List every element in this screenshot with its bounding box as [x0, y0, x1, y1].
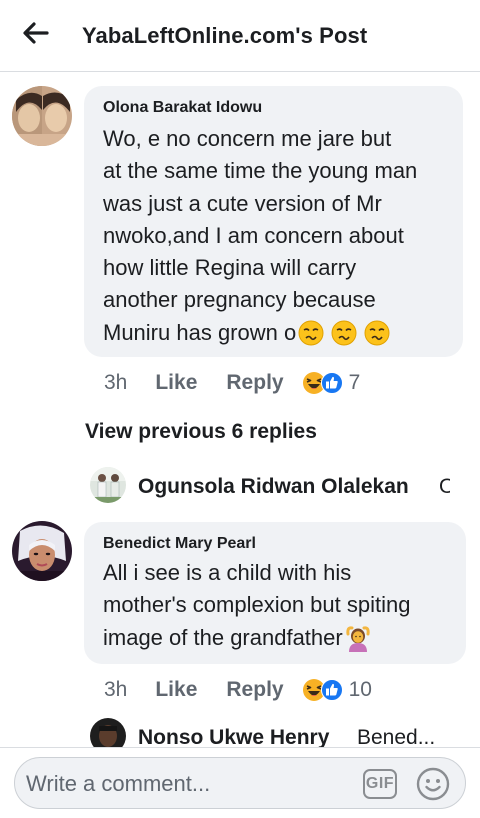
reaction-summary[interactable]: 7 — [302, 371, 361, 395]
reply-button[interactable]: Reply — [226, 371, 283, 395]
arrow-left-icon — [23, 22, 49, 44]
comment-actions: 3h Like Reply 7 — [104, 371, 360, 395]
woozy-face-icon — [364, 320, 390, 346]
comment-text: All i see is a child with his mother's c… — [103, 557, 458, 654]
reply-preview[interactable]: Nonso Ukwe Henry Bened... — [90, 718, 450, 747]
like-button[interactable]: Like — [155, 678, 197, 702]
woozy-face-icon — [298, 320, 324, 346]
post-header: YabaLeftOnline.com's Post — [0, 0, 480, 72]
reply-author[interactable]: Ogunsola Ridwan Olalekan — [138, 475, 409, 499]
view-previous-replies-link[interactable]: View previous 6 replies — [85, 420, 317, 444]
reply-button[interactable]: Reply — [226, 678, 283, 702]
reaction-count: 7 — [348, 371, 361, 394]
comment-author[interactable]: Benedict Mary Pearl — [103, 535, 256, 553]
avatar[interactable] — [90, 467, 126, 503]
reaction-count: 10 — [348, 678, 372, 701]
like-button[interactable]: Like — [155, 371, 197, 395]
reply-preview[interactable]: Ogunsola Ridwan Olalekan O — [90, 467, 450, 505]
comment-time[interactable]: 3h — [104, 371, 127, 395]
comment-bubble[interactable]: Olona Barakat Idowu Wo, e no concern me … — [84, 86, 463, 357]
comment-bubble[interactable]: Benedict Mary Pearl All i see is a child… — [84, 522, 466, 664]
gif-button[interactable]: GIF — [363, 769, 397, 799]
page-title: YabaLeftOnline.com's Post — [82, 23, 368, 48]
avatar[interactable] — [12, 86, 72, 146]
like-reaction-icon — [320, 372, 343, 394]
reply-author[interactable]: Nonso Ukwe Henry — [138, 726, 329, 747]
like-reaction-icon — [320, 679, 343, 701]
reply-snippet: Bened... — [357, 726, 436, 747]
comment-author[interactable]: Olona Barakat Idowu — [103, 99, 262, 117]
reply-snippet: O — [439, 475, 450, 498]
avatar[interactable] — [12, 521, 72, 581]
comment-input[interactable]: Write a comment... GIF — [14, 757, 466, 809]
gif-label: GIF — [365, 775, 395, 792]
woozy-face-icon — [331, 320, 357, 346]
comment-actions: 3h Like Reply 10 — [104, 678, 372, 702]
person-gesturing-ok-icon — [346, 626, 370, 652]
comment-time[interactable]: 3h — [104, 678, 127, 702]
smiley-icon[interactable] — [416, 767, 450, 801]
avatar[interactable] — [90, 718, 126, 747]
comment-input-placeholder: Write a comment... — [26, 771, 211, 796]
reaction-summary[interactable]: 10 — [302, 678, 372, 702]
back-button[interactable] — [18, 18, 54, 48]
comment-composer-bar: Write a comment... GIF — [0, 747, 480, 818]
comment-text: Wo, e no concern me jare but at the same… — [103, 126, 418, 346]
